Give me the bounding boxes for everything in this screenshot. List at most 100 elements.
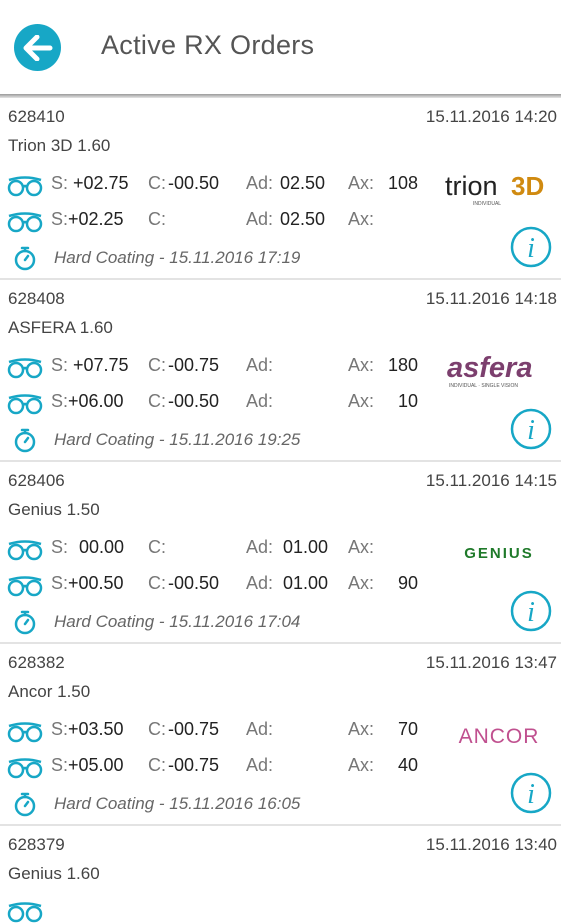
order-number: 628379 (8, 835, 65, 854)
addition-label: Ad: (246, 573, 274, 593)
addition-label: Ad: (246, 537, 274, 557)
sphere-label: S: (51, 537, 69, 557)
arrow-left-icon (23, 34, 52, 61)
sphere-value: 00.00 (79, 537, 125, 557)
info-icon[interactable]: i (510, 772, 552, 814)
order-card[interactable]: 628408 15.11.2016 14:18 ASFERA 1.60 S: +… (0, 280, 561, 462)
info-icon[interactable]: i (510, 226, 552, 268)
order-card[interactable]: 628382 15.11.2016 13:47 Ancor 1.50 S: +0… (0, 644, 561, 826)
coating-text: Hard Coating - 15.11.2016 19:25 (54, 430, 301, 449)
order-product: Genius 1.60 (8, 864, 100, 883)
brand-text: GENIUS (464, 545, 534, 562)
sphere-label: S: (51, 391, 69, 411)
sphere-value: +03.50 (68, 719, 124, 739)
brand-logo-trion3d: trion 3D INDIVIDUAL (440, 168, 558, 210)
rx-row-right: S: +03.50 C: -00.75 Ad: Ax: 70 (0, 719, 440, 745)
axis-label: Ax: (348, 755, 375, 775)
coating-text: Hard Coating - 15.11.2016 16:05 (54, 794, 301, 813)
axis-value: 10 (397, 391, 418, 411)
order-card[interactable]: 628410 15.11.2016 14:20 Trion 3D 1.60 S:… (0, 98, 561, 280)
order-number: 628408 (8, 289, 65, 308)
axis-label: Ax: (348, 719, 375, 739)
addition-value: 02.50 (280, 173, 326, 193)
glasses-icon (7, 540, 43, 561)
order-date: 15.11.2016 14:15 (425, 471, 557, 490)
cylinder-label: C: (148, 391, 166, 411)
axis-label: Ax: (348, 355, 375, 375)
rx-row-left: S: +02.25 C: Ad: 02.50 Ax: (0, 209, 440, 235)
order-date: 15.11.2016 14:20 (425, 107, 557, 126)
coating-text: Hard Coating - 15.11.2016 17:19 (54, 248, 301, 267)
svg-text:i: i (527, 233, 535, 264)
order-date: 15.11.2016 13:40 (425, 835, 557, 854)
brand-text: ANCOR (459, 725, 540, 748)
glasses-icon (7, 758, 43, 779)
stopwatch-icon (14, 610, 36, 635)
addition-value: 01.00 (283, 573, 329, 593)
cylinder-label: C: (148, 209, 166, 229)
cylinder-label: C: (148, 719, 166, 739)
cylinder-value: -00.75 (168, 755, 220, 775)
svg-text:i: i (527, 597, 535, 628)
rx-row-right: S: +07.75 C: -00.75 Ad: Ax: 180 (0, 355, 440, 381)
info-icon[interactable]: i (510, 590, 552, 632)
brand-subtext: INDIVIDUAL (473, 201, 501, 207)
glasses-icon (7, 576, 43, 597)
order-number: 628410 (8, 107, 65, 126)
axis-value: 108 (387, 173, 418, 193)
sphere-value: +02.75 (73, 173, 129, 193)
svg-text:i: i (527, 415, 535, 446)
svg-text:i: i (527, 779, 535, 810)
order-date: 15.11.2016 14:18 (425, 289, 557, 308)
coating-row: Hard Coating - 15.11.2016 17:19 (0, 245, 440, 271)
order-product: ASFERA 1.60 (8, 318, 113, 337)
addition-label: Ad: (246, 719, 274, 739)
addition-label: Ad: (246, 209, 274, 229)
axis-value: 40 (397, 755, 418, 775)
cylinder-value: -00.50 (168, 173, 220, 193)
coating-row: Hard Coating - 15.11.2016 17:04 (0, 609, 440, 635)
brand-text-3d: 3D (511, 171, 544, 201)
addition-label: Ad: (246, 391, 274, 411)
glasses-icon (7, 212, 43, 233)
glasses-icon (7, 902, 43, 923)
cylinder-value: -00.75 (168, 355, 220, 375)
sphere-value: +07.75 (73, 355, 129, 375)
rx-row-right: S: +02.75 C: -00.50 Ad: 02.50 Ax: 108 (0, 173, 440, 199)
info-icon[interactable]: i (510, 408, 552, 450)
coating-row: Hard Coating - 15.11.2016 16:05 (0, 791, 440, 817)
back-button[interactable] (14, 24, 61, 71)
addition-label: Ad: (246, 355, 274, 375)
axis-label: Ax: (348, 391, 375, 411)
sphere-label: S: (51, 719, 69, 739)
glasses-icon (7, 722, 43, 743)
rx-row-left: S: +00.50 C: -00.50 Ad: 01.00 Ax: 90 (0, 573, 440, 599)
sphere-label: S: (51, 355, 69, 375)
brand-logo-ancor: ANCOR (440, 714, 558, 756)
axis-label: Ax: (348, 537, 375, 557)
sphere-value: +02.25 (68, 209, 124, 229)
sphere-value: +06.00 (68, 391, 124, 411)
coating-text: Hard Coating - 15.11.2016 17:04 (54, 612, 301, 631)
order-card[interactable]: 628379 15.11.2016 13:40 Genius 1.60 (0, 826, 561, 923)
order-date: 15.11.2016 13:47 (425, 653, 557, 672)
order-card[interactable]: 628406 15.11.2016 14:15 Genius 1.50 S: 0… (0, 462, 561, 644)
orders-list: 628410 15.11.2016 14:20 Trion 3D 1.60 S:… (0, 98, 561, 923)
brand-logo-asfera: asfera INDIVIDUAL · SINGLE VISION (440, 350, 558, 392)
order-number: 628382 (8, 653, 65, 672)
cylinder-label: C: (148, 173, 166, 193)
glasses-icon (7, 358, 43, 379)
addition-value: 01.00 (283, 537, 329, 557)
brand-text: asfera (447, 352, 532, 384)
axis-value: 90 (397, 573, 418, 593)
sphere-label: S: (51, 209, 69, 229)
brand-text-trion: trion (445, 171, 498, 201)
addition-value: 02.50 (280, 209, 326, 229)
brand-logo-genius: GENIUS (440, 532, 558, 574)
axis-value: 70 (397, 719, 418, 739)
cylinder-value: -00.50 (168, 391, 220, 411)
sphere-label: S: (51, 573, 69, 593)
order-product: Ancor 1.50 (8, 682, 91, 701)
coating-row: Hard Coating - 15.11.2016 19:25 (0, 427, 440, 453)
cylinder-label: C: (148, 573, 166, 593)
